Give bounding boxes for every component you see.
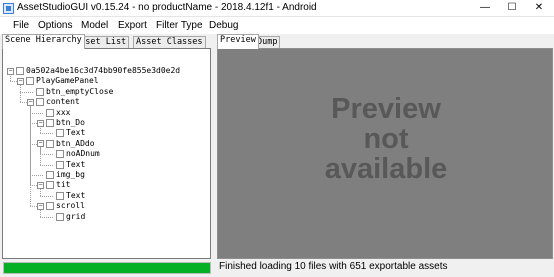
tree-node-checkbox[interactable] <box>56 212 64 221</box>
left-panel: Scene Hierarchy Asset List Asset Classes… <box>0 34 213 259</box>
tree-connector <box>40 188 41 196</box>
menu-export[interactable]: Export <box>118 20 147 31</box>
tree-node-checkbox[interactable] <box>46 181 54 190</box>
tree-connector <box>10 74 11 82</box>
tab-scene-hierarchy[interactable]: Scene Hierarchy <box>2 34 85 49</box>
tree-node-label[interactable]: noADnum <box>66 149 100 159</box>
tree-connector <box>40 164 53 166</box>
tree-connector <box>40 209 41 217</box>
tree-collapse-icon[interactable]: − <box>37 202 44 210</box>
tree-node-label[interactable]: btn_Do <box>56 118 85 128</box>
tree-node-label[interactable]: tit <box>56 180 70 190</box>
tree-connector <box>40 195 53 197</box>
tree-node-checkbox[interactable] <box>16 67 24 75</box>
tree-node-label[interactable]: content <box>46 97 80 107</box>
tree-connector <box>20 91 33 93</box>
tree-node-checkbox[interactable] <box>46 108 54 117</box>
tree-connector <box>40 216 53 218</box>
menu-file[interactable]: File <box>13 20 29 31</box>
tree-node-label[interactable]: Text <box>66 191 85 201</box>
tree-node-label[interactable]: btn_ADdo <box>56 139 95 149</box>
menu-bar: File Options Model Export Filter Type De… <box>0 17 554 34</box>
tree-node-checkbox[interactable] <box>46 119 54 127</box>
tree-node-label[interactable]: PlayGamePanel <box>36 76 99 86</box>
left-tabstrip: Scene Hierarchy Asset List Asset Classes <box>0 34 213 49</box>
right-panel: Preview Dump Preview not available <box>216 34 554 259</box>
tree-node-checkbox[interactable] <box>56 191 64 200</box>
tree-connector <box>40 154 53 156</box>
tab-asset-classes[interactable]: Asset Classes <box>133 36 206 48</box>
tree-connector <box>30 112 43 114</box>
tab-preview[interactable]: Preview <box>217 34 259 49</box>
tree-node-label[interactable]: 0a502a4be16c3d74bb90fe855e3d0e2d <box>26 66 180 76</box>
close-button[interactable]: ✕ <box>525 0 553 16</box>
tree-node-checkbox[interactable] <box>46 139 54 148</box>
tree-node-checkbox[interactable] <box>46 171 54 179</box>
tree-node-checkbox[interactable] <box>26 77 34 86</box>
maximize-button[interactable]: ☐ <box>498 0 526 16</box>
tree-node-checkbox[interactable] <box>56 150 64 159</box>
status-bar: Finished loading 10 files with 651 expor… <box>0 259 554 277</box>
tree-collapse-icon[interactable]: − <box>37 181 44 189</box>
tree-node-label[interactable]: xxx <box>56 108 70 118</box>
app-icon <box>3 3 14 14</box>
tree-node-label[interactable]: grid <box>66 212 85 222</box>
scene-hierarchy-tree[interactable]: −0a502a4be16c3d74bb90fe855e3d0e2d − PlayGa… <box>2 48 211 259</box>
tree-connector <box>30 175 43 176</box>
tree-node-checkbox[interactable] <box>36 87 44 96</box>
tree-connector <box>20 84 21 103</box>
tree-node-label[interactable]: Text <box>66 128 85 138</box>
tree-node-checkbox[interactable] <box>46 202 54 211</box>
tree-collapse-icon[interactable]: − <box>37 119 44 127</box>
menu-filter-type[interactable]: Filter Type <box>156 20 203 31</box>
tree-collapse-icon[interactable]: − <box>7 67 14 75</box>
tree-node-label[interactable]: btn_emptyClose <box>46 87 113 97</box>
status-text: Finished loading 10 files with 651 expor… <box>219 261 448 272</box>
tree-collapse-icon[interactable]: − <box>37 140 44 148</box>
preview-area: Preview not available <box>217 48 553 259</box>
preview-line: available <box>324 153 448 185</box>
preview-line: not <box>363 123 409 155</box>
title-bar: AssetStudioGUI v0.15.24 - no productName… <box>0 0 554 17</box>
tree-connector <box>40 133 53 135</box>
progress-fill <box>4 263 210 273</box>
tree-collapse-icon[interactable]: − <box>27 98 34 106</box>
minimize-button[interactable]: — <box>471 0 499 16</box>
window-title: AssetStudioGUI v0.15.24 - no productName… <box>17 2 317 13</box>
tree-collapse-icon[interactable]: − <box>17 77 24 85</box>
loading-progress-bar <box>3 262 211 274</box>
preview-unavailable-text: Preview not available <box>218 94 554 184</box>
tree-node-checkbox[interactable] <box>56 129 64 138</box>
tree-node-label[interactable]: img_bg <box>56 170 85 180</box>
menu-debug[interactable]: Debug <box>209 20 238 31</box>
tree-node-label[interactable]: Text <box>66 160 85 170</box>
menu-model[interactable]: Model <box>81 20 108 31</box>
tree-connector <box>30 105 31 207</box>
tree-node-checkbox[interactable] <box>36 98 44 107</box>
tree-connector <box>40 146 41 165</box>
tree-node-checkbox[interactable] <box>56 160 64 169</box>
tree-connector <box>40 126 41 134</box>
tree-node-label[interactable]: scroll <box>56 201 85 211</box>
preview-line: Preview <box>331 93 441 125</box>
menu-options[interactable]: Options <box>38 20 72 31</box>
